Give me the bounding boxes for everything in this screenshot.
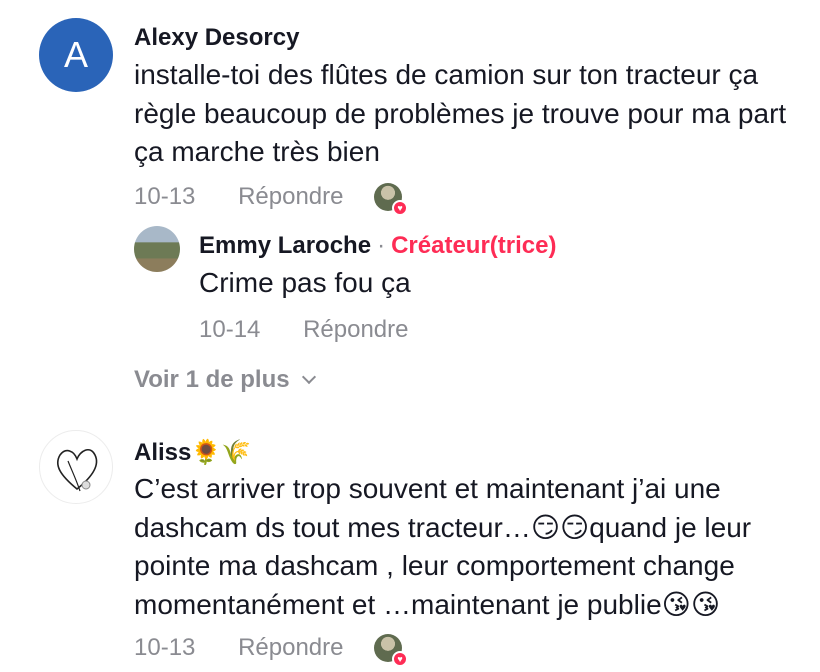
comment-author[interactable]: Aliss🌻🌾 bbox=[134, 438, 251, 467]
chevron-down-icon bbox=[301, 369, 316, 385]
avatar[interactable]: A bbox=[39, 18, 113, 92]
heart-drawing-icon bbox=[56, 448, 98, 492]
reply-author-line: Emmy Laroche · Créateur(trice) bbox=[199, 232, 556, 260]
comment-meta: 10-13 Répondre bbox=[134, 183, 343, 211]
comment-meta: 10-13 Répondre bbox=[134, 634, 343, 662]
heart-icon: ♥ bbox=[392, 200, 408, 216]
avatar[interactable] bbox=[134, 226, 180, 272]
comment-text: C’est arriver trop souvent et maintenant… bbox=[134, 473, 752, 620]
creator-badge: Créateur(trice) bbox=[391, 232, 557, 259]
separator-dot: · bbox=[377, 232, 386, 259]
reply-button[interactable]: Répondre bbox=[238, 634, 343, 662]
reply-date: 10-14 bbox=[199, 316, 261, 343]
avatar[interactable] bbox=[39, 430, 113, 504]
view-more-replies-button[interactable]: Voir 1 de plus bbox=[134, 366, 316, 394]
comment-date: 10-13 bbox=[134, 183, 196, 210]
reply-button[interactable]: Répondre bbox=[238, 183, 343, 211]
reply-author[interactable]: Emmy Laroche bbox=[199, 232, 371, 259]
reply-meta: 10-14 Répondre bbox=[199, 316, 408, 344]
reply-button[interactable]: Répondre bbox=[303, 316, 408, 344]
heart-icon: ♥ bbox=[392, 651, 408, 667]
comment-date: 10-13 bbox=[134, 634, 196, 661]
view-more-label: Voir 1 de plus bbox=[134, 366, 290, 393]
comment-text: installe-toi des flûtes de camion sur to… bbox=[134, 59, 787, 167]
comment-author[interactable]: Alexy Desorcy bbox=[134, 24, 299, 52]
reply-text: Crime pas fou ça bbox=[199, 267, 411, 298]
